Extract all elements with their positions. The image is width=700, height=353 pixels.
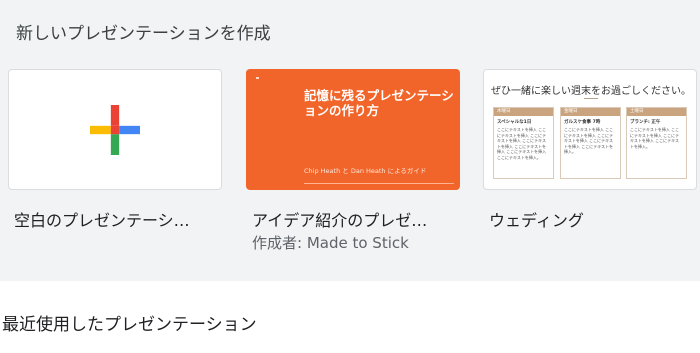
pitch-template-author: 作成者: Made to Stick xyxy=(252,234,409,252)
wedding-template-card[interactable]: ぜひ一緒に楽しい週末をお過ごしください。 木曜日 スペシャルな1日 ここにテキス… xyxy=(483,69,697,190)
blank-presentation-label[interactable]: 空白のプレゼンテーシ… xyxy=(14,207,228,231)
column-subtitle: スペシャルな1日 xyxy=(497,120,532,125)
thumb-divider xyxy=(304,183,454,184)
thumb-column: 金曜日 ガルスケ食事 7時 ここにテキストを挿入 ここにテキストを挿入 ここにテ… xyxy=(560,107,621,179)
plus-icon xyxy=(90,104,140,155)
column-text: ここにテキストを挿入 ここにテキストを挿入 ここにテキストを挿入 ここにテキスト… xyxy=(564,127,614,154)
column-subtitle: ブランチ: 正午 xyxy=(630,120,661,125)
column-text: ここにテキストを挿入 ここにテキストを挿入 ここにテキストを挿入 ここにテキスト… xyxy=(497,127,547,160)
new-presentation-section: 新しいプレゼンテーションを作成 空白のプレゼンテーシ… 記憶に残るプレゼンテーシ… xyxy=(0,0,700,281)
column-text: ここにテキストを挿入 ここにテキストを挿入 ここにテキストを挿入 ここにテキスト… xyxy=(630,127,680,149)
blank-presentation-card[interactable] xyxy=(8,69,222,190)
pitch-template-label[interactable]: アイデア紹介のプレゼ… xyxy=(252,207,466,231)
thumb-title: ぜひ一緒に楽しい週末をお過ごしください。 xyxy=(491,86,691,97)
pitch-template-card[interactable]: 記憶に残るプレゼンテーションの作り方 Chip Heath と Dan Heat… xyxy=(246,69,460,190)
thumb-divider xyxy=(584,98,598,99)
thumb-column: 土曜日 ブランチ: 正午 ここにテキストを挿入 ここにテキストを挿入 ここにテキ… xyxy=(626,107,687,179)
column-subtitle: ガルスケ食事 7時 xyxy=(564,120,601,125)
wedding-template-label[interactable]: ウェディング xyxy=(489,207,700,231)
column-header: 金曜日 xyxy=(561,108,620,116)
thumb-column: 木曜日 スペシャルな1日 ここにテキストを挿入 ここにテキストを挿入 ここにテキ… xyxy=(493,107,554,179)
section-title: 新しいプレゼンテーションを作成 xyxy=(16,24,271,44)
recent-presentations-title: 最近使用したプレゼンテーション xyxy=(2,315,257,335)
column-header: 土曜日 xyxy=(627,108,686,116)
column-header: 木曜日 xyxy=(494,108,553,116)
thumb-title: 記憶に残るプレゼンテーションの作り方 xyxy=(304,88,454,118)
decorative-mark xyxy=(256,77,259,79)
thumb-subtitle: Chip Heath と Dan Heath によるガイド xyxy=(304,167,427,175)
